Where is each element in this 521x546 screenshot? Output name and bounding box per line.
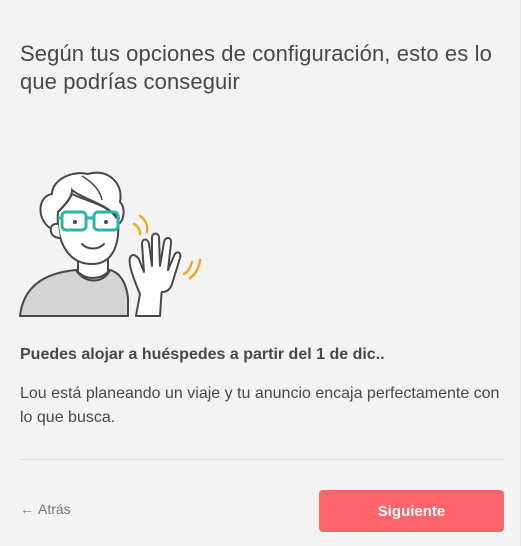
footer-divider [20, 459, 503, 460]
next-button-label: Siguiente [377, 502, 446, 520]
description-text: Lou está planeando un viaje y tu anuncio… [20, 385, 500, 426]
arrow-left-icon: ← [20, 501, 34, 517]
person-waving-icon [14, 168, 220, 328]
setup-result-card: Según tus opciones de configuración, est… [0, 0, 521, 546]
availability-headline: Puedes alojar a huéspedes a partir del 1… [20, 346, 385, 363]
back-button[interactable]: ← Atrás [20, 501, 71, 517]
next-button[interactable]: Siguiente [319, 490, 504, 532]
back-button-label: Atrás [38, 501, 71, 517]
page-title: Según tus opciones de configuración, est… [20, 41, 492, 94]
